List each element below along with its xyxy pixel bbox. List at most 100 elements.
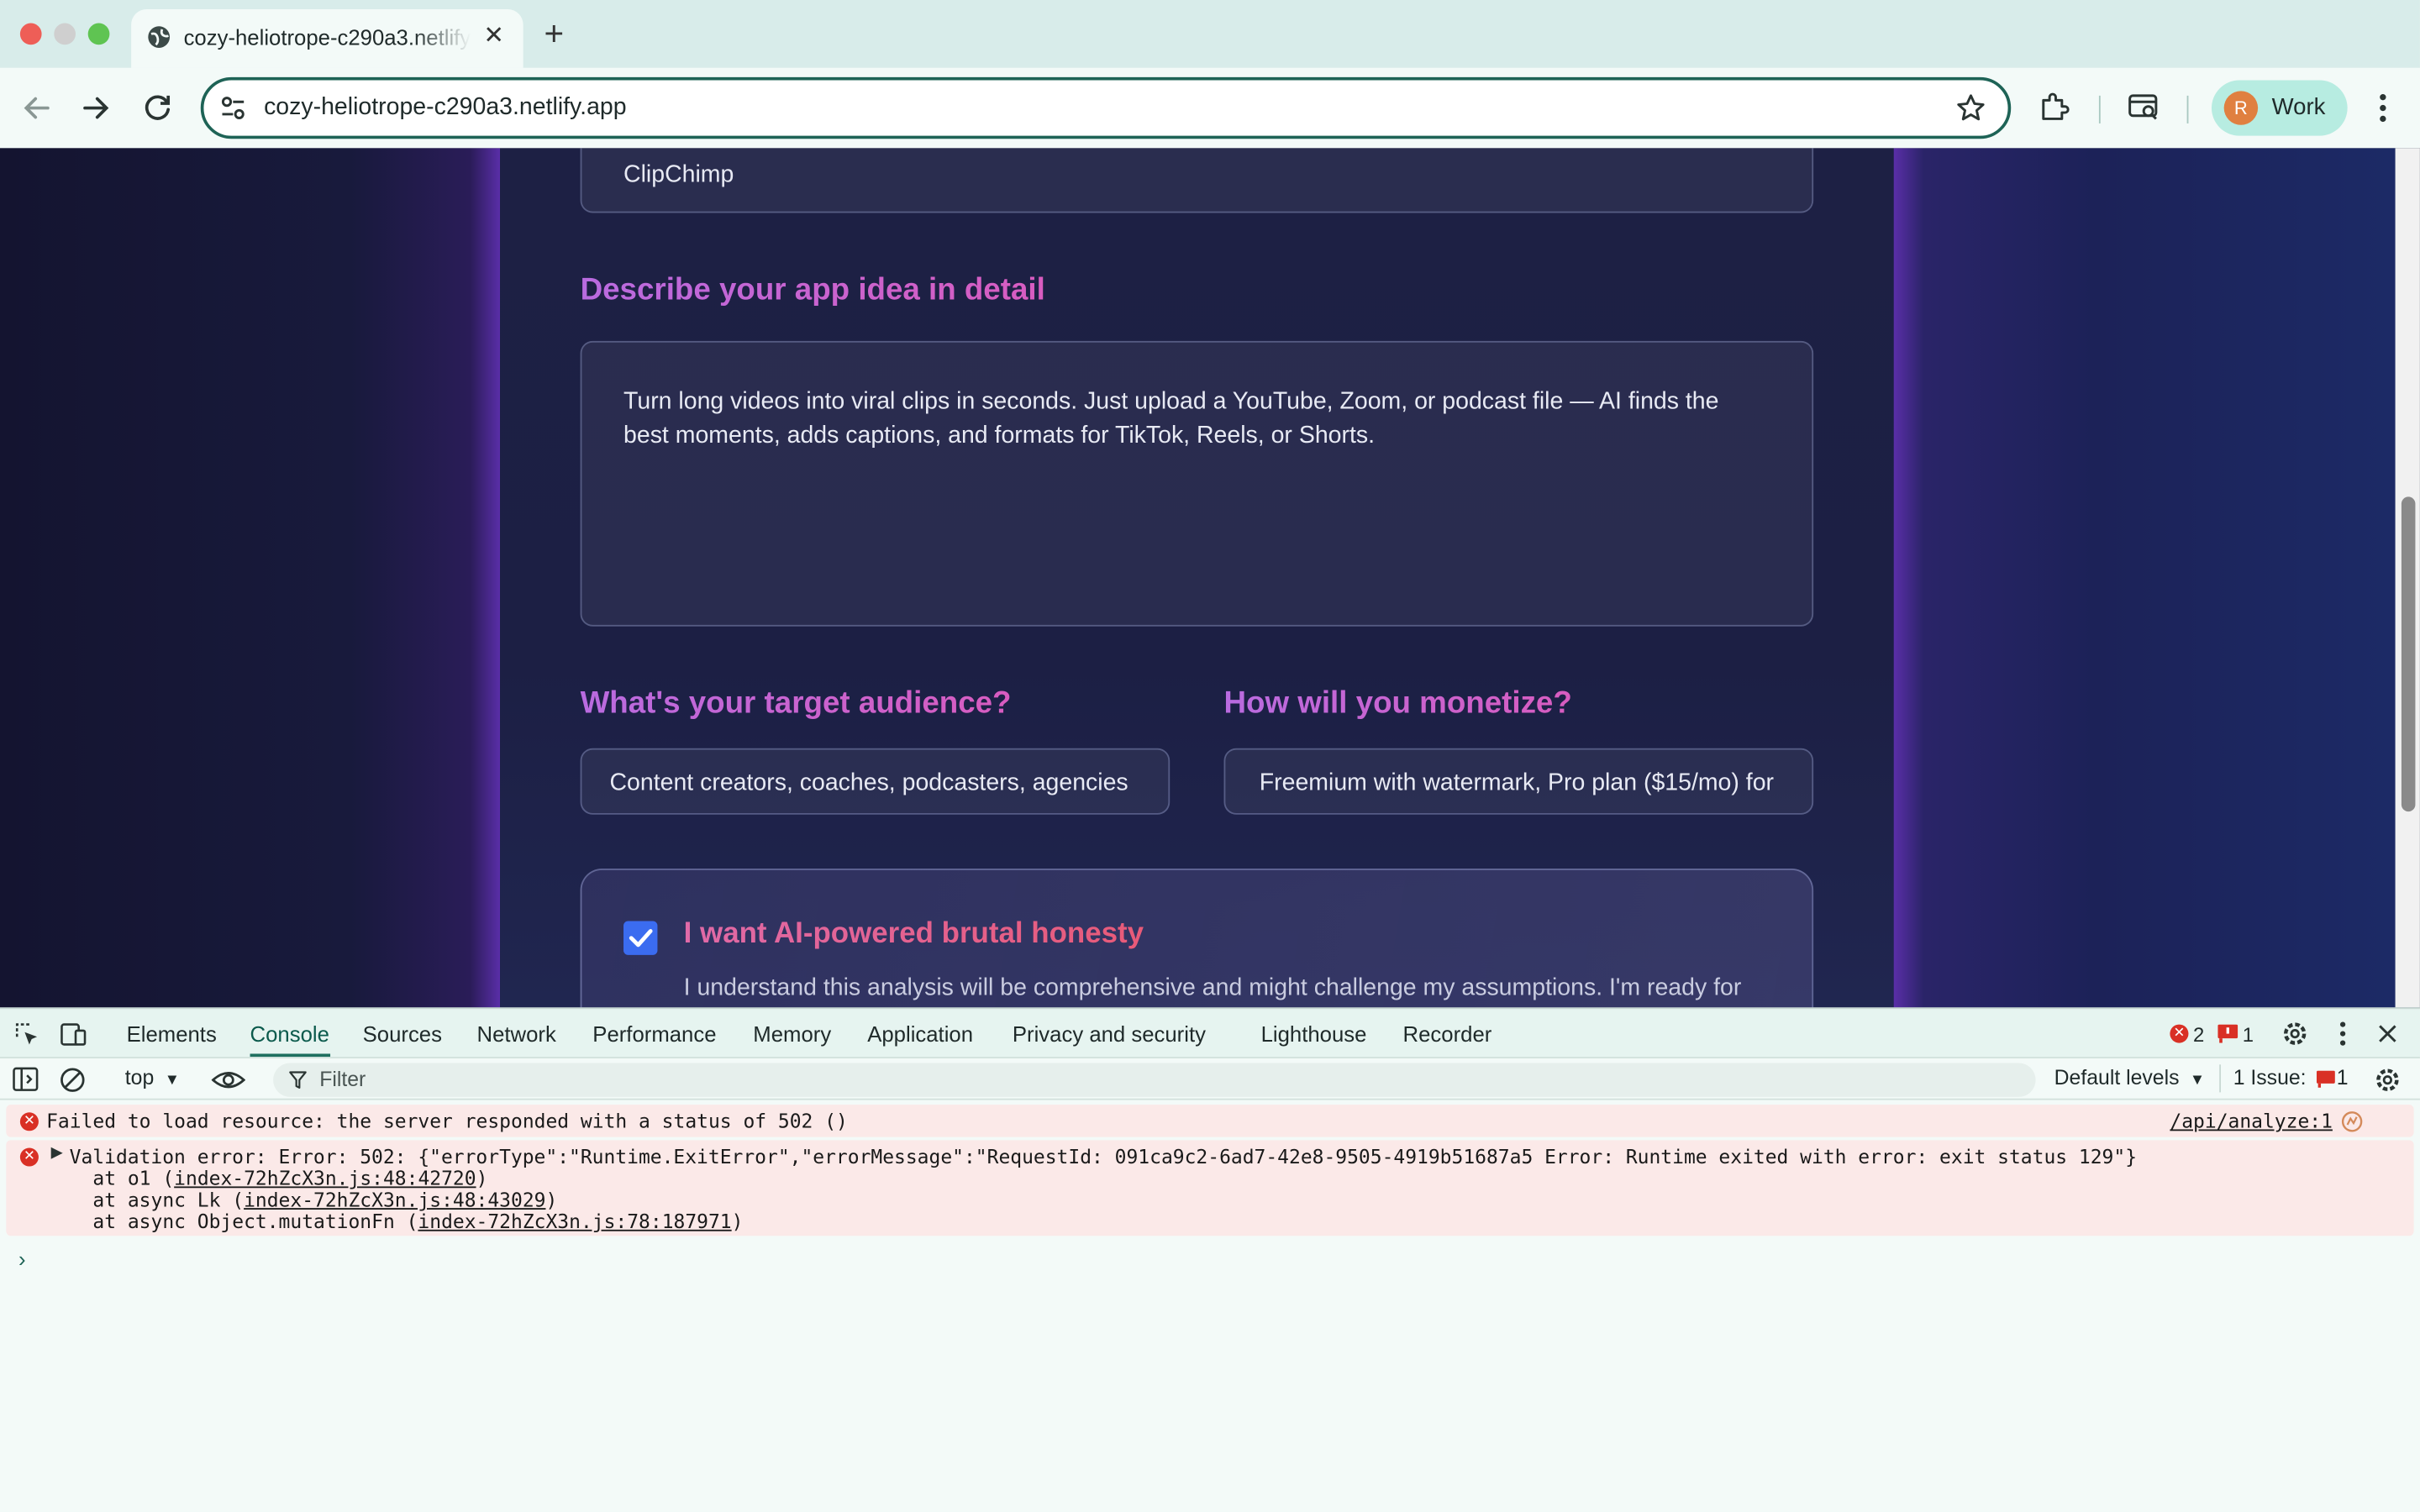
live-expression-eye-icon[interactable]: [211, 1066, 246, 1094]
devtools-tab-memory[interactable]: Memory: [753, 1021, 831, 1046]
devtools-tab-performance[interactable]: Performance: [592, 1021, 716, 1046]
close-window-button[interactable]: [19, 23, 42, 45]
stack-frame: at async Object.mutationFn (index-72hZcX…: [46, 1210, 743, 1233]
minimize-window-button[interactable]: [54, 23, 76, 45]
maximize-window-button[interactable]: [87, 23, 110, 45]
audience-heading: What's your target audience?: [580, 686, 1012, 721]
stack-frame-prefix: at async Object.mutationFn (: [46, 1209, 418, 1233]
context-value: top: [124, 1066, 155, 1089]
app-name-input[interactable]: ClipChimp: [580, 148, 1814, 213]
avatar: R: [2223, 91, 2259, 125]
dropdown-arrow-icon: ▼: [164, 1072, 180, 1089]
url-text[interactable]: cozy-heliotrope-c290a3.netlify.app: [264, 94, 627, 122]
console-output: ✕ Failed to load resource: the server re…: [0, 1100, 2420, 1512]
issues-link[interactable]: 1 Issue:: [2233, 1066, 2307, 1089]
site-info-icon[interactable]: [219, 94, 247, 122]
clear-console-icon[interactable]: [59, 1066, 87, 1094]
devtools-tab-application[interactable]: Application: [867, 1021, 973, 1046]
context-selector[interactable]: top ▼: [125, 1066, 180, 1089]
devtools-tab-lighthouse[interactable]: Lighthouse: [1261, 1021, 1367, 1046]
tab-search-icon[interactable]: [2127, 90, 2160, 123]
close-tab-icon[interactable]: ✕: [480, 24, 508, 51]
sidebar-toggle-icon[interactable]: [13, 1066, 40, 1092]
devtools-tab-sources[interactable]: Sources: [363, 1021, 442, 1046]
idea-value: Turn long videos into viral clips in sec…: [623, 388, 1719, 449]
stack-frame-prefix: at async Lk (: [46, 1188, 245, 1211]
stack-frame-suffix: ): [476, 1166, 488, 1190]
log-levels-value: Default levels: [2054, 1066, 2180, 1089]
console-filter-input[interactable]: Filter: [273, 1063, 2036, 1097]
extensions-icon[interactable]: [2037, 90, 2070, 123]
devtools-tab-network[interactable]: Network: [477, 1021, 556, 1046]
more-menu-icon[interactable]: [2367, 90, 2398, 127]
devtools-tab-privacy[interactable]: Privacy and security: [1013, 1021, 1206, 1046]
bookmark-star-icon[interactable]: [1955, 92, 1986, 123]
idea-textarea[interactable]: Turn long videos into viral clips in sec…: [580, 340, 1814, 627]
console-settings-gear-icon[interactable]: [2374, 1066, 2402, 1094]
issue-flag-icon: [2316, 1070, 2335, 1088]
filter-icon: [289, 1071, 307, 1089]
background-left: [0, 148, 501, 1008]
dropdown-arrow-icon: ▼: [2189, 1072, 2206, 1089]
ai-insights-icon[interactable]: [2341, 1110, 2363, 1132]
devtools-tab-console[interactable]: Console: [250, 1021, 329, 1046]
console-message-text: Failed to load resource: the server resp…: [46, 1109, 848, 1133]
monetize-value: Freemium with watermark, Pro plan ($15/m…: [1259, 769, 1775, 796]
device-toolbar-icon[interactable]: [60, 1021, 88, 1047]
console-error-message[interactable]: ✕ ▶ Validation error: Error: 502: {"erro…: [6, 1140, 2414, 1236]
reload-icon[interactable]: [139, 90, 176, 127]
stack-frame: at async Lk (index-72hZcX3n.js:48:43029): [46, 1188, 557, 1211]
address-bar[interactable]: cozy-heliotrope-c290a3.netlify.app: [200, 76, 2012, 139]
brutal-honesty-checkbox[interactable]: [623, 921, 658, 955]
toolbar-separator: [2219, 1064, 2222, 1093]
globe-icon: [148, 26, 171, 48]
brutal-honesty-title: I want AI-powered brutal honesty: [683, 917, 1144, 951]
filter-placeholder: Filter: [319, 1067, 366, 1091]
monetize-input[interactable]: Freemium with watermark, Pro plan ($15/m…: [1223, 748, 1814, 815]
idea-heading: Describe your app idea in detail: [580, 273, 1045, 307]
browser-toolbar: cozy-heliotrope-c290a3.netlify.app R Wor…: [0, 67, 2420, 149]
forward-icon[interactable]: [77, 90, 114, 127]
audience-input[interactable]: Content creators, coaches, podcasters, a…: [580, 748, 1171, 815]
console-error-message[interactable]: ✕ Failed to load resource: the server re…: [6, 1105, 2414, 1137]
checkmark-icon: [629, 929, 653, 948]
console-toolbar: top ▼ Filter Default levels ▼ 1 Issue: 1: [0, 1057, 2420, 1100]
console-prompt[interactable]: ›: [18, 1247, 26, 1271]
devtools-more-icon[interactable]: [2330, 1020, 2354, 1047]
error-icon: ✕: [19, 1112, 39, 1131]
toolbar-separator: [2186, 95, 2189, 123]
brutal-honesty-description: I understand this analysis will be compr…: [683, 974, 1742, 1002]
stack-frame-prefix: at o1 (: [46, 1166, 175, 1190]
devtools-tab-recorder[interactable]: Recorder: [1403, 1021, 1492, 1046]
stack-frame-link[interactable]: index-72hZcX3n.js:78:187971: [418, 1210, 731, 1233]
error-count: 2: [2192, 1022, 2205, 1047]
background-right: [1893, 148, 2396, 1008]
back-icon[interactable]: [18, 90, 55, 127]
error-icon: ✕: [19, 1147, 39, 1167]
stack-frame-link[interactable]: index-72hZcX3n.js:48:42720: [174, 1167, 476, 1190]
settings-gear-icon[interactable]: [2281, 1020, 2309, 1047]
console-message-text: Validation error: Error: 502: {"errorTyp…: [69, 1144, 2138, 1168]
monetize-heading: How will you monetize?: [1223, 686, 1572, 721]
page-viewport: ClipChimp Describe your app idea in deta…: [0, 148, 2420, 1008]
issues-badge-count: 1: [2336, 1066, 2349, 1089]
toolbar-separator: [2098, 95, 2101, 123]
inspect-element-icon[interactable]: [14, 1021, 40, 1047]
tab-strip: cozy-heliotrope-c290a3.netlify.app ✕ +: [0, 0, 2420, 68]
profile-label: Work: [2271, 94, 2326, 121]
expand-triangle-icon[interactable]: ▶: [51, 1145, 63, 1162]
brutal-honesty-card: I want AI-powered brutal honesty I under…: [580, 869, 1814, 1008]
close-devtools-icon[interactable]: [2375, 1021, 2400, 1046]
devtools-tabbar: Elements Console Sources Network Perform…: [0, 1007, 2420, 1058]
new-tab-button[interactable]: +: [537, 14, 571, 55]
issue-count: 1: [2242, 1022, 2254, 1047]
page-scrollbar-thumb[interactable]: [2401, 496, 2416, 812]
browser-tab[interactable]: cozy-heliotrope-c290a3.netlify.app ✕: [131, 9, 523, 68]
app-name-value: ClipChimp: [623, 161, 734, 189]
error-icon: ✕: [2170, 1024, 2189, 1043]
profile-button[interactable]: R Work: [2211, 80, 2348, 136]
log-levels-dropdown[interactable]: Default levels ▼: [2054, 1066, 2205, 1089]
stack-frame-link[interactable]: index-72hZcX3n.js:48:43029: [244, 1188, 545, 1211]
console-source-link[interactable]: /api/analyze:1: [2170, 1110, 2333, 1133]
devtools-tab-elements[interactable]: Elements: [127, 1021, 217, 1046]
